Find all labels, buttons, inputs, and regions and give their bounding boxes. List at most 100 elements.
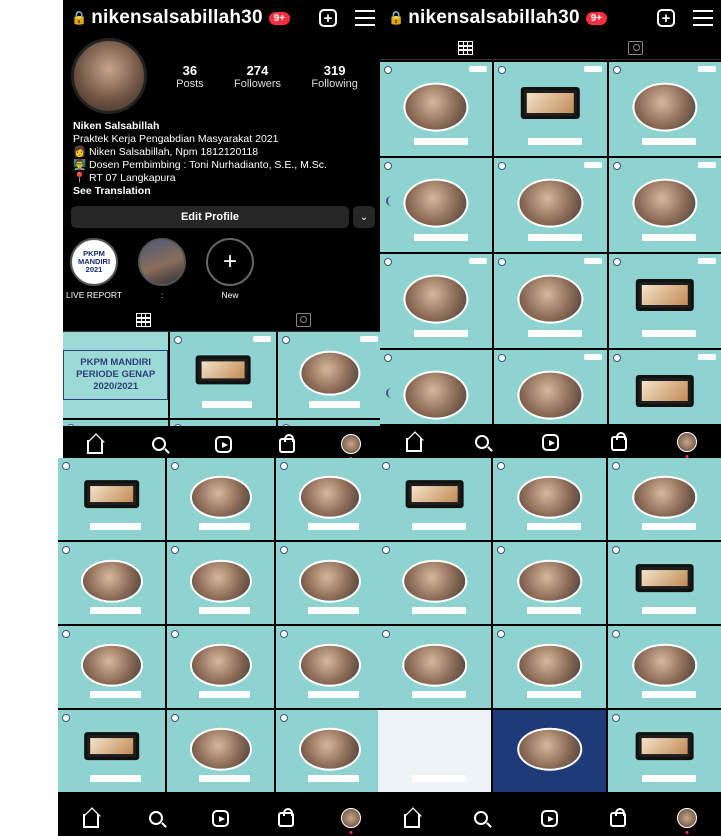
post-tile[interactable] xyxy=(608,626,721,708)
bottom-nav xyxy=(63,426,383,462)
post-tile[interactable] xyxy=(378,458,491,540)
post-tile[interactable] xyxy=(378,626,491,708)
post-tile[interactable] xyxy=(494,62,607,156)
search-icon[interactable] xyxy=(471,808,491,828)
post-tile[interactable] xyxy=(276,458,383,540)
stat-posts-count: 36 xyxy=(182,62,198,78)
post-tile[interactable] xyxy=(608,254,721,348)
post-tile[interactable] xyxy=(58,542,165,624)
post-tile[interactable] xyxy=(493,626,606,708)
profile-topbar: 🔒 nikensalsabillah30 9+ + xyxy=(380,0,721,36)
post-tile[interactable] xyxy=(167,626,274,708)
profile-bio: Niken Salsabillah Praktek Kerja Pengabdi… xyxy=(63,114,383,198)
post-tile-cover[interactable]: PKPM MANDIRI PERIODE GENAP 2020/2021 xyxy=(63,332,169,418)
stat-followers-label: Followers xyxy=(233,77,282,90)
edit-profile-button[interactable]: Edit Profile xyxy=(71,206,349,228)
shop-icon[interactable] xyxy=(608,808,628,828)
home-icon[interactable] xyxy=(81,808,101,828)
post-tile[interactable] xyxy=(493,542,606,624)
menu-icon[interactable] xyxy=(693,10,713,26)
reels-icon[interactable] xyxy=(211,808,231,828)
post-tile[interactable] xyxy=(380,254,493,348)
menu-icon[interactable] xyxy=(355,10,375,26)
post-tile-map[interactable] xyxy=(378,710,491,792)
post-tile[interactable] xyxy=(608,710,721,792)
post-tile[interactable] xyxy=(277,332,383,418)
post-tile[interactable] xyxy=(167,710,274,792)
highlight-live-report[interactable]: PKPM MANDIRI 2021 LIVE REPORT xyxy=(65,238,123,300)
stat-followers-count: 274 xyxy=(246,62,269,78)
post-tile[interactable] xyxy=(276,542,383,624)
post-tile[interactable] xyxy=(167,542,274,624)
reels-icon[interactable] xyxy=(213,434,233,454)
post-tile[interactable] xyxy=(608,62,721,156)
post-grid xyxy=(380,62,721,444)
shop-icon[interactable] xyxy=(276,808,296,828)
chevron-down-icon[interactable]: ⌄ xyxy=(353,206,375,228)
grid-icon[interactable] xyxy=(457,40,473,55)
profile-avatar-icon[interactable] xyxy=(340,808,361,834)
highlight-label: New xyxy=(221,290,239,300)
search-icon[interactable] xyxy=(472,432,492,452)
post-tile[interactable] xyxy=(608,458,721,540)
profile-grid-panel xyxy=(378,458,721,836)
post-tile[interactable] xyxy=(608,542,721,624)
tagged-icon[interactable] xyxy=(628,40,644,55)
home-icon[interactable] xyxy=(404,432,424,452)
post-tile[interactable] xyxy=(276,626,383,708)
search-icon[interactable] xyxy=(146,808,166,828)
post-tile[interactable] xyxy=(608,158,721,252)
post-tile[interactable] xyxy=(170,332,276,418)
create-post-icon[interactable]: + xyxy=(319,9,337,27)
post-tile[interactable] xyxy=(58,710,165,792)
lock-icon: 🔒 xyxy=(388,10,405,25)
post-grid xyxy=(58,458,383,800)
post-tile[interactable] xyxy=(380,158,493,252)
highlight-new[interactable]: + New xyxy=(205,238,255,300)
create-post-icon[interactable]: + xyxy=(657,9,675,27)
tagged-icon[interactable] xyxy=(295,312,311,327)
highlight-thumbnail xyxy=(138,238,186,286)
profile-avatar-icon[interactable] xyxy=(676,432,697,458)
grid-icon[interactable] xyxy=(135,312,151,327)
notification-badge[interactable]: 9+ xyxy=(585,11,608,25)
see-translation-link[interactable]: See Translation xyxy=(73,185,373,198)
post-tile[interactable] xyxy=(493,710,606,792)
stat-followers[interactable]: 274 Followers xyxy=(234,63,281,90)
post-tile[interactable] xyxy=(378,542,491,624)
post-tile[interactable] xyxy=(494,254,607,348)
shop-icon[interactable] xyxy=(277,434,297,454)
notification-badge[interactable]: 9+ xyxy=(268,11,291,25)
bio-line: 📍 RT 07 Langkapura xyxy=(73,172,176,184)
bottom-nav xyxy=(58,800,383,836)
highlight-label: : xyxy=(160,290,164,300)
username[interactable]: nikensalsabillah30 xyxy=(91,7,263,29)
highlight-label: LIVE REPORT xyxy=(65,290,123,300)
username[interactable]: nikensalsabillah30 xyxy=(408,7,580,29)
profile-avatar-icon[interactable] xyxy=(341,434,361,460)
stat-following[interactable]: 319 Following xyxy=(311,63,357,90)
stat-posts[interactable]: 36 Posts xyxy=(176,63,204,90)
post-tile[interactable] xyxy=(58,626,165,708)
profile-topbar: 🔒 nikensalsabillah30 9+ + xyxy=(63,0,383,36)
stat-posts-label: Posts xyxy=(176,77,204,90)
profile-avatar-icon[interactable] xyxy=(676,808,697,834)
profile-stats: 36 Posts 274 Followers 319 Following xyxy=(161,63,373,90)
reels-icon[interactable] xyxy=(539,808,559,828)
post-tile[interactable] xyxy=(380,62,493,156)
post-tile[interactable] xyxy=(58,458,165,540)
post-tile[interactable] xyxy=(167,458,274,540)
post-tile[interactable] xyxy=(494,158,607,252)
bio-line: Praktek Kerja Pengabdian Masyarakat 2021 xyxy=(73,133,279,145)
profile-tabs xyxy=(63,308,383,332)
profile-avatar[interactable] xyxy=(71,38,147,114)
profile-panel: 🔒 nikensalsabillah30 9+ + 36 Posts 274 F… xyxy=(63,0,383,462)
home-icon[interactable] xyxy=(402,808,422,828)
post-tile[interactable] xyxy=(276,710,383,792)
shop-icon[interactable] xyxy=(609,432,629,452)
home-icon[interactable] xyxy=(85,434,105,454)
post-tile[interactable] xyxy=(493,458,606,540)
reels-icon[interactable] xyxy=(540,432,560,452)
highlight-photo[interactable]: : xyxy=(137,238,187,300)
search-icon[interactable] xyxy=(149,434,169,454)
